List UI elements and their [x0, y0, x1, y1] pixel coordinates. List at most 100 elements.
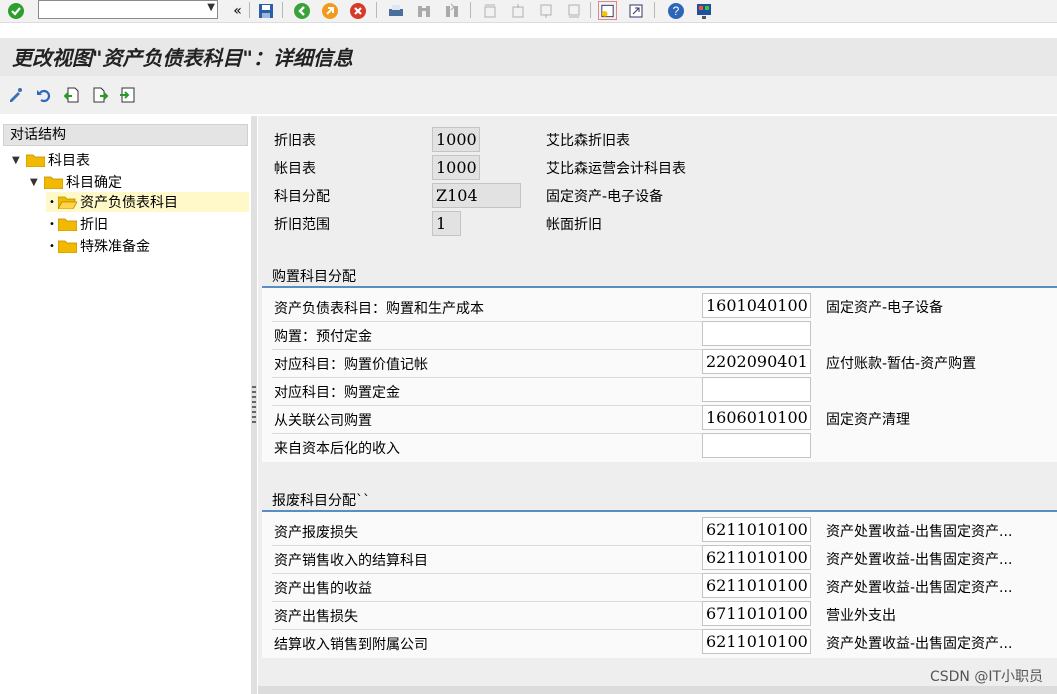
tree-node-label: 折旧	[80, 217, 108, 233]
enter-icon[interactable]	[6, 1, 25, 20]
account-description: 资产处置收益-出售固定资产...	[826, 552, 1013, 568]
account-determination-field: Z104	[432, 183, 521, 208]
chevron-down-icon[interactable]: ▼	[12, 155, 26, 166]
field-description: 艾比森折旧表	[546, 133, 630, 149]
cancel-icon[interactable]	[348, 1, 367, 20]
form-row: 对应科目：购置定金	[272, 378, 702, 406]
tree-node-account-determination[interactable]: ▼ 科目确定	[30, 172, 122, 192]
back-icon[interactable]: «	[228, 1, 247, 20]
find-icon[interactable]	[414, 1, 433, 20]
exit-icon[interactable]	[320, 1, 339, 20]
row-label: 资产出售损失	[274, 609, 358, 625]
bullet-icon: •	[49, 218, 55, 230]
row-label: 资产报废损失	[274, 525, 358, 541]
row-label: 结算收入销售到附属公司	[274, 637, 428, 653]
layout-icon[interactable]	[694, 1, 713, 20]
find-next-icon[interactable]	[442, 1, 461, 20]
sale-revenue-clearing-account-input[interactable]: 6211010100	[702, 545, 811, 570]
affiliated-acquisition-account-input[interactable]: 1606010100	[702, 405, 811, 430]
first-page-icon[interactable]	[480, 1, 499, 20]
tree-node-label: 特殊准备金	[80, 239, 150, 255]
form-row: 从关联公司购置	[272, 406, 702, 434]
affiliate-sale-clearing-account-input[interactable]: 6211010100	[702, 629, 811, 654]
depreciation-chart-field: 1000	[432, 127, 480, 152]
field-description: 固定资产-电子设备	[546, 189, 664, 205]
form-row: 资产出售的收益	[272, 574, 702, 602]
chevron-down-icon[interactable]: ▼	[207, 2, 215, 13]
form-row: 资产销售收入的结算科目	[272, 546, 702, 574]
field-label: 科目分配	[274, 189, 330, 205]
field-label: 折旧范围	[274, 217, 330, 233]
row-label: 资产负债表科目：购置和生产成本	[274, 301, 484, 317]
tree-header: 对话结构	[3, 124, 248, 146]
folder-icon	[26, 154, 45, 167]
form-row: 资产负债表科目：购置和生产成本	[272, 294, 702, 322]
account-description: 资产处置收益-出售固定资产...	[826, 636, 1013, 652]
folder-icon	[58, 218, 77, 231]
variant-icon[interactable]	[118, 85, 137, 104]
prev-page-icon[interactable]	[508, 1, 527, 20]
sale-loss-account-input[interactable]: 6711010100	[702, 601, 811, 626]
form-row: 资产出售损失	[272, 602, 702, 630]
form-row: 资产报废损失	[272, 518, 702, 546]
field-description: 艾比森运营会计科目表	[546, 161, 686, 177]
dialog-structure-panel: 对话结构 ▼ 科目表 ▼ 科目确定 • 资产负债表科目 • 折旧 • 特殊准备金	[0, 122, 252, 694]
print-icon[interactable]	[386, 1, 405, 20]
tree-node-chart-of-accounts[interactable]: ▼ 科目表	[12, 150, 90, 170]
account-description: 应付账款-暂估-资产购置	[826, 356, 977, 372]
row-label: 资产销售收入的结算科目	[274, 553, 428, 569]
tree-node-special-reserves[interactable]: • 特殊准备金	[46, 236, 150, 256]
bullet-icon: •	[49, 196, 55, 208]
bullet-icon: •	[49, 240, 55, 252]
row-label: 购置：预付定金	[274, 329, 372, 345]
chart-of-accounts-field: 1000	[432, 155, 480, 180]
field-label: 帐目表	[274, 161, 316, 177]
row-label: 对应科目：购置定金	[274, 385, 400, 401]
tree-node-depreciation[interactable]: • 折旧	[46, 214, 108, 234]
tree-node-balance-sheet-accounts[interactable]: • 资产负债表科目	[46, 192, 249, 212]
row-label: 对应科目：购置价值记帐	[274, 357, 428, 373]
save-icon[interactable]	[256, 1, 275, 20]
back-nav-icon[interactable]	[292, 1, 311, 20]
display-change-icon[interactable]	[6, 85, 25, 104]
capitalization-revenue-account-input[interactable]	[702, 433, 811, 458]
tree-node-label: 科目确定	[66, 175, 122, 191]
next-entry-icon[interactable]	[90, 85, 109, 104]
title-bar: 更改视图"资产负债表科目"：详细信息	[0, 38, 1057, 76]
account-description: 资产处置收益-出售固定资产...	[826, 524, 1013, 540]
tree-node-label: 科目表	[48, 153, 90, 169]
offset-down-payment-account-input[interactable]	[702, 377, 811, 402]
form-row: 对应科目：购置价值记帐	[272, 350, 702, 378]
splitter-grip-icon[interactable]	[252, 386, 256, 426]
next-page-icon[interactable]	[536, 1, 555, 20]
row-label: 来自资本后化的收入	[274, 441, 400, 457]
offset-acquisition-account-input[interactable]: 2202090401	[702, 349, 811, 374]
command-field[interactable]: ▼	[38, 0, 218, 19]
detail-pane: 折旧表 1000 艾比森折旧表 帐目表 1000 艾比森运营会计科目表 科目分配…	[258, 116, 1057, 694]
last-page-icon[interactable]	[564, 1, 583, 20]
acquisition-cost-account-input[interactable]: 1601040100	[702, 293, 811, 318]
group-header: 报废科目分配``	[262, 488, 1057, 512]
prev-entry-icon[interactable]	[62, 85, 81, 104]
down-payment-account-input[interactable]	[702, 321, 811, 346]
undo-icon[interactable]	[34, 85, 53, 104]
panel-splitter[interactable]	[251, 116, 257, 694]
svg-text:?: ?	[672, 4, 679, 18]
new-session-icon[interactable]	[598, 1, 617, 20]
system-toolbar: ▼ « ?	[0, 0, 1057, 23]
help-icon[interactable]: ?	[666, 1, 685, 20]
acquisition-account-group: 购置科目分配 资产负债表科目：购置和生产成本 1601040100 固定资产-电…	[262, 264, 1057, 462]
shortcut-icon[interactable]	[626, 1, 645, 20]
sale-gain-account-input[interactable]: 6211010100	[702, 573, 811, 598]
field-label: 折旧表	[274, 133, 316, 149]
account-description: 营业外支出	[826, 608, 896, 624]
page-title: 更改视图"资产负债表科目"：详细信息	[12, 46, 353, 70]
watermark: CSDN @IT小职员	[929, 669, 1043, 685]
account-description: 资产处置收益-出售固定资产...	[826, 580, 1013, 596]
retirement-loss-account-input[interactable]: 6211010100	[702, 517, 811, 542]
group-title: 购置科目分配	[272, 269, 356, 285]
row-label: 从关联公司购置	[274, 413, 372, 429]
folder-icon	[58, 240, 77, 253]
field-description: 帐面折旧	[546, 217, 602, 233]
chevron-down-icon[interactable]: ▼	[30, 177, 44, 188]
